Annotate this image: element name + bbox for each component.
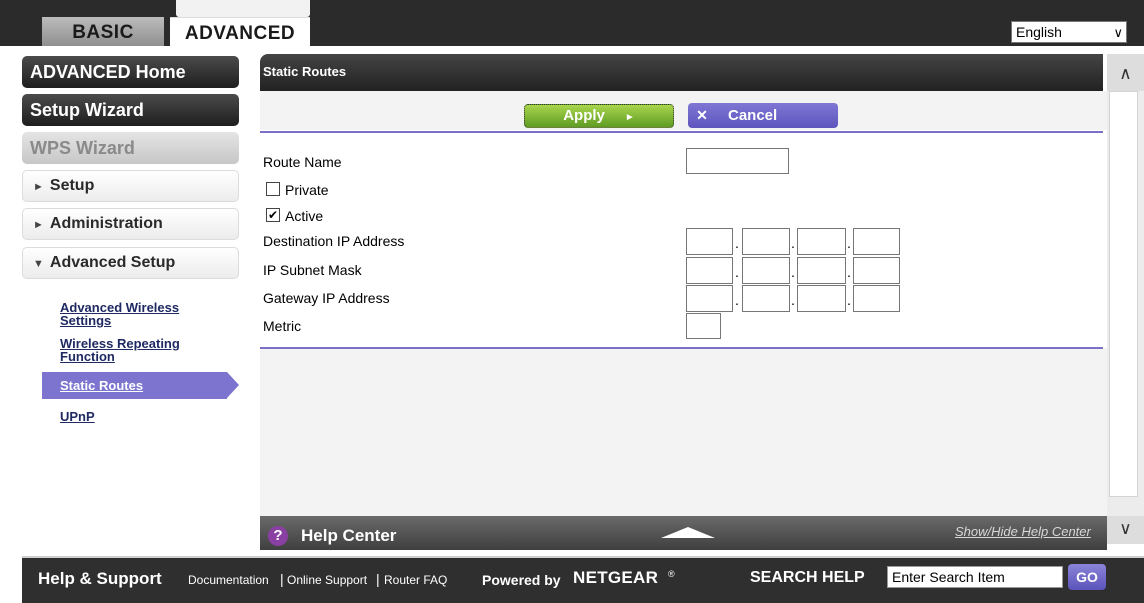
ip-separator: . <box>847 235 851 251</box>
destination-ip-octet-2[interactable] <box>742 228 790 255</box>
destination-ip-octet-4[interactable] <box>853 228 900 255</box>
scroll-down-icon[interactable]: ∨ <box>1107 516 1144 544</box>
subnet-mask-octet-2[interactable] <box>742 257 790 284</box>
active-label: Active <box>285 208 324 224</box>
sub-link-static-routes-active[interactable]: Static Routes <box>42 372 227 399</box>
route-name-input[interactable] <box>686 148 789 174</box>
active-checkbox[interactable]: ✔ <box>266 208 280 222</box>
online-support-link[interactable]: Online Support <box>287 573 367 587</box>
metric-input[interactable] <box>686 313 721 339</box>
sub-link-upnp[interactable]: UPnP <box>60 410 95 423</box>
divider-bottom <box>260 347 1103 349</box>
ip-separator: . <box>791 264 795 280</box>
ip-separator: . <box>791 292 795 308</box>
tab-basic[interactable]: BASIC <box>42 17 164 46</box>
go-button[interactable]: GO <box>1068 564 1106 590</box>
apply-label: Apply <box>563 107 605 124</box>
help-center-title: Help Center <box>301 526 397 545</box>
expand-up-icon[interactable] <box>661 527 715 538</box>
nav-setup-label: Setup <box>49 177 95 194</box>
subnet-mask-label: IP Subnet Mask <box>263 262 362 278</box>
ip-separator: . <box>847 292 851 308</box>
subnet-mask-octet-4[interactable] <box>853 257 900 284</box>
language-value: English <box>1016 24 1062 40</box>
help-question-icon: ? <box>268 526 288 546</box>
tab-advanced-cap <box>176 0 310 17</box>
private-label: Private <box>285 182 329 198</box>
caret-right-icon: ► <box>33 181 44 193</box>
sub-link-line: Settings <box>60 313 112 328</box>
panel-title: Static Routes <box>260 54 1103 91</box>
router-faq-link[interactable]: Router FAQ <box>384 573 447 587</box>
nav-setup-wizard[interactable]: Setup Wizard <box>22 94 239 126</box>
ip-separator: . <box>847 264 851 280</box>
private-checkbox[interactable] <box>266 182 280 196</box>
gateway-ip-octet-4[interactable] <box>853 285 900 312</box>
destination-ip-octet-3[interactable] <box>797 228 846 255</box>
nav-wps-wizard[interactable]: WPS Wizard <box>22 132 239 164</box>
cancel-button[interactable]: ✕ Cancel <box>688 103 838 128</box>
scroll-up-icon[interactable]: ∧ <box>1107 54 1144 91</box>
metric-label: Metric <box>263 318 302 334</box>
cancel-label: Cancel <box>728 107 778 124</box>
nav-administration[interactable]: ► Administration <box>22 208 239 240</box>
route-name-label: Route Name <box>263 154 342 170</box>
documentation-link[interactable]: Documentation <box>188 573 269 587</box>
ip-separator: . <box>735 264 739 280</box>
nav-setup[interactable]: ► Setup <box>22 170 239 202</box>
sub-link-wireless-repeating-function[interactable]: Wireless Repeating Function <box>60 337 180 363</box>
help-support-title: Help & Support <box>38 569 162 588</box>
gateway-ip-label: Gateway IP Address <box>263 290 390 306</box>
nav-advanced-home[interactable]: ADVANCED Home <box>22 56 239 88</box>
caret-down-icon: ▼ <box>33 258 44 270</box>
apply-button[interactable]: Apply ► <box>524 104 674 128</box>
checkmark-icon: ✔ <box>267 208 279 222</box>
show-hide-help-link[interactable]: Show/Hide Help Center <box>955 524 1091 540</box>
registered-mark: ® <box>668 569 675 579</box>
language-select[interactable]: English ∨ <box>1011 21 1127 43</box>
gateway-ip-octet-3[interactable] <box>797 285 846 312</box>
destination-ip-octet-1[interactable] <box>686 228 733 255</box>
link-separator: | <box>280 571 284 587</box>
nav-advanced-setup[interactable]: ▼ Advanced Setup <box>22 247 239 279</box>
divider-top <box>260 131 1103 133</box>
nav-administration-label: Administration <box>49 215 163 232</box>
caret-right-icon: ► <box>33 219 44 231</box>
powered-by-label: Powered by <box>482 572 561 588</box>
gateway-ip-octet-1[interactable] <box>686 285 733 312</box>
link-separator: | <box>376 571 380 587</box>
ip-separator: . <box>735 292 739 308</box>
gateway-ip-octet-2[interactable] <box>742 285 790 312</box>
close-icon: ✕ <box>696 107 708 123</box>
destination-ip-label: Destination IP Address <box>263 233 405 249</box>
search-help-input[interactable] <box>887 566 1063 588</box>
chevron-down-icon: ∨ <box>1113 25 1123 40</box>
ip-separator: . <box>791 235 795 251</box>
netgear-logo: NETGEAR <box>573 568 659 587</box>
nav-advanced-setup-label: Advanced Setup <box>49 254 176 271</box>
scrollbar-thumb[interactable] <box>1109 91 1138 497</box>
play-icon: ► <box>624 112 635 123</box>
router-admin-window: BASIC ADVANCED English ∨ ADVANCED Home S… <box>0 0 1144 603</box>
sub-link-advanced-wireless-settings[interactable]: Advanced Wireless Settings <box>60 301 179 327</box>
search-help-label: SEARCH HELP <box>750 569 865 586</box>
sub-link-line: Function <box>60 349 115 364</box>
ip-separator: . <box>735 235 739 251</box>
active-pointer <box>227 372 239 398</box>
subnet-mask-octet-1[interactable] <box>686 257 733 284</box>
tab-advanced[interactable]: ADVANCED <box>170 17 310 46</box>
subnet-mask-octet-3[interactable] <box>797 257 846 284</box>
